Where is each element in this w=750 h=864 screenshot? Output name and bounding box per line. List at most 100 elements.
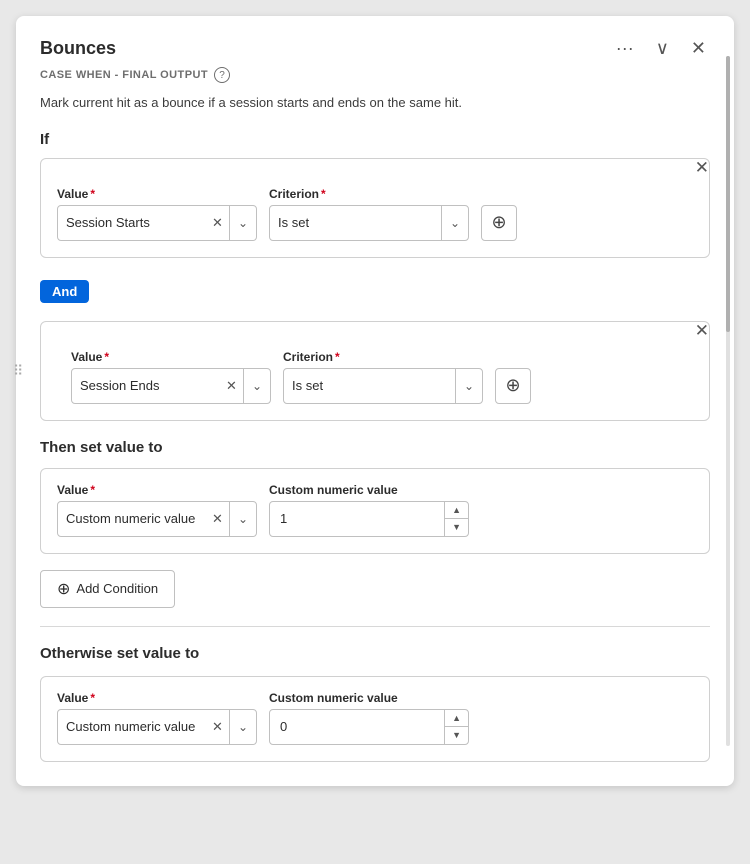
condition-2-block: ⠿ ✕ Value* Session Ends ✕ ⌄ — [40, 321, 710, 421]
condition-1-value-label: Value* — [57, 187, 257, 201]
otherwise-custom-value: 0 — [270, 719, 444, 734]
otherwise-value-select[interactable]: Custom numeric value ✕ ⌄ — [57, 709, 257, 745]
then-spinners: ▲ ▼ — [444, 502, 468, 536]
condition-2-fields: Value* Session Ends ✕ ⌄ C — [71, 350, 693, 404]
condition-1-value-clear-button[interactable]: ✕ — [206, 215, 229, 231]
scrollbar-thumb[interactable] — [726, 56, 730, 332]
card-header: Bounces ··· ∨ ✕ — [40, 36, 710, 61]
condition-2-criterion-display: Is set — [284, 378, 455, 393]
subtitle-row: CASE WHEN - FINAL OUTPUT ? — [40, 67, 710, 83]
more-options-button[interactable]: ··· — [612, 36, 638, 61]
condition-1-criterion-group: Criterion* Is set ⌄ — [269, 187, 469, 241]
otherwise-spinner-down-button[interactable]: ▼ — [445, 726, 468, 744]
if-label: If — [40, 131, 710, 148]
scrollbar-track — [726, 56, 730, 746]
condition-1-value-display: Session Starts — [58, 215, 206, 230]
then-custom-input[interactable]: 1 ▲ ▼ — [269, 501, 469, 537]
condition-1-value-select[interactable]: Session Starts ✕ ⌄ — [57, 205, 257, 241]
and-label: And — [40, 280, 89, 303]
condition-2-add-button[interactable]: ⊕ — [495, 368, 531, 404]
close-icon: ✕ — [691, 38, 706, 59]
otherwise-custom-input[interactable]: 0 ▲ ▼ — [269, 709, 469, 745]
condition-2-value-display: Session Ends — [72, 378, 220, 393]
add-condition-button[interactable]: ⊕ Add Condition — [40, 570, 175, 608]
description-text: Mark current hit as a bounce if a sessio… — [40, 93, 710, 113]
condition-1-add-button[interactable]: ⊕ — [481, 205, 517, 241]
bounces-card: Bounces ··· ∨ ✕ CASE WHEN - FINAL OUTPUT… — [16, 16, 734, 786]
condition-2-value-select[interactable]: Session Ends ✕ ⌄ — [71, 368, 271, 404]
condition-2-criterion-group: Criterion* Is set ⌄ — [283, 350, 483, 404]
then-custom-value: 1 — [270, 511, 444, 526]
card-title: Bounces — [40, 38, 116, 59]
then-value-dropdown-button[interactable]: ⌄ — [229, 502, 256, 536]
divider — [40, 626, 710, 627]
then-heading: Then set value to — [40, 439, 710, 456]
otherwise-spinners: ▲ ▼ — [444, 710, 468, 744]
condition-2-criterion-select[interactable]: Is set ⌄ — [283, 368, 483, 404]
then-section: Then set value to Value* Custom numeric … — [40, 439, 710, 554]
then-value-group: Value* Custom numeric value ✕ ⌄ — [57, 483, 257, 537]
and-badge: And — [40, 272, 710, 311]
clear-icon: ✕ — [212, 511, 223, 527]
plus-icon: ⊕ — [505, 375, 520, 396]
add-condition-label: Add Condition — [76, 581, 158, 596]
then-custom-label: Custom numeric value — [269, 483, 469, 497]
otherwise-value-label: Value* — [57, 691, 257, 705]
chevron-down-icon: ⌄ — [238, 720, 248, 734]
condition-1-criterion-display: Is set — [270, 215, 441, 230]
then-value-label: Value* — [57, 483, 257, 497]
then-value-select[interactable]: Custom numeric value ✕ ⌄ — [57, 501, 257, 537]
condition-1-value-group: Value* Session Starts ✕ ⌄ — [57, 187, 257, 241]
if-section: If ✕ Value* Session Starts ✕ — [40, 131, 710, 554]
condition-2-value-dropdown-button[interactable]: ⌄ — [243, 369, 270, 403]
clear-icon: ✕ — [226, 378, 237, 394]
otherwise-spinner-up-button[interactable]: ▲ — [445, 710, 468, 727]
then-block: Value* Custom numeric value ✕ ⌄ — [40, 468, 710, 554]
subtitle-label: CASE WHEN - FINAL OUTPUT — [40, 69, 208, 81]
drag-handle-icon[interactable]: ⠿ — [13, 362, 23, 379]
condition-2-value-clear-button[interactable]: ✕ — [220, 378, 243, 394]
otherwise-value-group: Value* Custom numeric value ✕ ⌄ — [57, 691, 257, 745]
plus-circle-icon: ⊕ — [57, 579, 70, 599]
then-spinner-down-button[interactable]: ▼ — [445, 518, 468, 536]
then-value-display: Custom numeric value — [58, 511, 206, 526]
condition-1-fields: Value* Session Starts ✕ ⌄ — [57, 187, 693, 241]
plus-icon: ⊕ — [491, 212, 506, 233]
condition-1-close-button[interactable]: ✕ — [695, 159, 709, 176]
otherwise-value-display: Custom numeric value — [58, 719, 206, 734]
then-value-clear-button[interactable]: ✕ — [206, 511, 229, 527]
otherwise-fields: Value* Custom numeric value ✕ ⌄ Custom — [57, 691, 693, 745]
otherwise-value-dropdown-button[interactable]: ⌄ — [229, 710, 256, 744]
otherwise-custom-label: Custom numeric value — [269, 691, 469, 705]
close-icon: ✕ — [695, 158, 709, 177]
condition-2-value-group: Value* Session Ends ✕ ⌄ — [71, 350, 271, 404]
otherwise-custom-group: Custom numeric value 0 ▲ ▼ — [269, 691, 469, 745]
header-icons: ··· ∨ ✕ — [612, 36, 710, 61]
condition-1-criterion-dropdown-button[interactable]: ⌄ — [441, 206, 468, 240]
clear-icon: ✕ — [212, 719, 223, 735]
clear-icon: ✕ — [212, 215, 223, 231]
condition-1-value-dropdown-button[interactable]: ⌄ — [229, 206, 256, 240]
then-fields: Value* Custom numeric value ✕ ⌄ — [57, 483, 693, 537]
condition-1-criterion-select[interactable]: Is set ⌄ — [269, 205, 469, 241]
condition-2-criterion-dropdown-button[interactable]: ⌄ — [455, 369, 482, 403]
chevron-down-icon: ⌄ — [252, 379, 262, 393]
condition-1-criterion-label: Criterion* — [269, 187, 469, 201]
chevron-down-icon: ⌄ — [450, 216, 460, 230]
more-icon: ··· — [616, 38, 634, 59]
close-card-button[interactable]: ✕ — [687, 36, 710, 61]
help-icon[interactable]: ? — [214, 67, 230, 83]
chevron-down-icon: ∨ — [656, 38, 669, 59]
close-icon: ✕ — [695, 321, 709, 340]
chevron-down-icon: ⌄ — [464, 379, 474, 393]
otherwise-heading: Otherwise set value to — [40, 645, 710, 662]
condition-1-block: ✕ Value* Session Starts ✕ ⌄ — [40, 158, 710, 258]
otherwise-block: Value* Custom numeric value ✕ ⌄ Custom — [40, 676, 710, 762]
condition-2-close-button[interactable]: ✕ — [695, 322, 709, 339]
condition-2-criterion-label: Criterion* — [283, 350, 483, 364]
collapse-button[interactable]: ∨ — [652, 36, 673, 61]
otherwise-value-clear-button[interactable]: ✕ — [206, 719, 229, 735]
chevron-down-icon: ⌄ — [238, 216, 248, 230]
condition-2-value-label: Value* — [71, 350, 271, 364]
then-spinner-up-button[interactable]: ▲ — [445, 502, 468, 519]
